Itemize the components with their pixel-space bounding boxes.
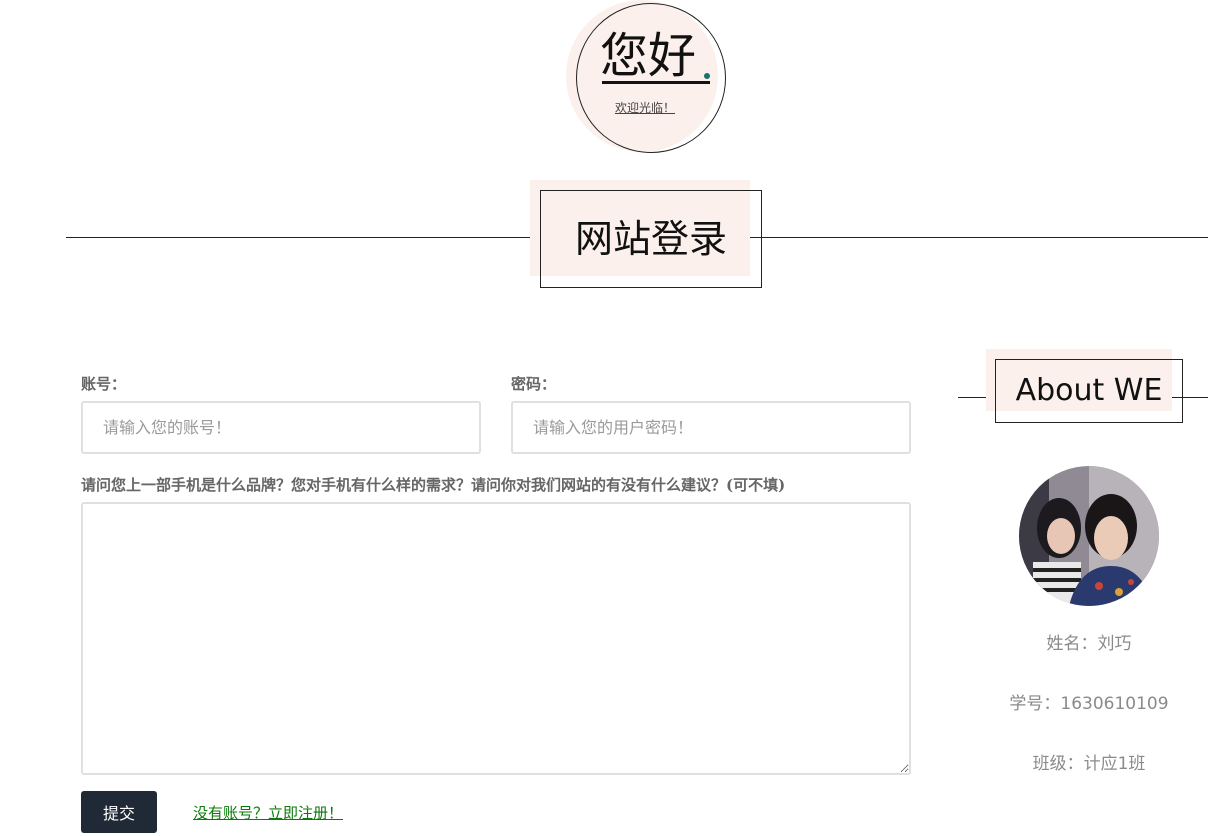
account-input[interactable] (81, 401, 481, 454)
avatar (1019, 466, 1159, 606)
password-label: 密码： (511, 375, 557, 393)
feedback-textarea[interactable] (81, 502, 911, 775)
about-student-id: 学号：1630610109 (1009, 694, 1169, 714)
about-name: 姓名：刘巧 (1046, 634, 1132, 654)
section-title: 网站登录 (574, 217, 727, 261)
account-label: 账号： (81, 375, 127, 393)
hero-dot (704, 73, 710, 79)
password-input[interactable] (511, 401, 911, 454)
feedback-label: 请问您上一部手机是什么品牌？您对手机有什么样的需求？请问你对我们网站的有没有什么… (81, 476, 786, 494)
divider-left (66, 237, 530, 238)
divider-right (750, 237, 1208, 238)
hero-title-underline (602, 81, 710, 84)
submit-button[interactable]: 提交 (81, 791, 157, 833)
about-title: About WE (1015, 373, 1163, 408)
about-divider-left (958, 397, 986, 398)
hero-title: 您好 (600, 28, 697, 84)
avatar-photo-icon (1019, 466, 1159, 606)
register-link[interactable]: 没有账号？立即注册！ (193, 802, 343, 823)
about-class: 班级：计应1班 (1032, 754, 1146, 774)
hero-welcome-link[interactable]: 欢迎光临！ (615, 99, 675, 116)
